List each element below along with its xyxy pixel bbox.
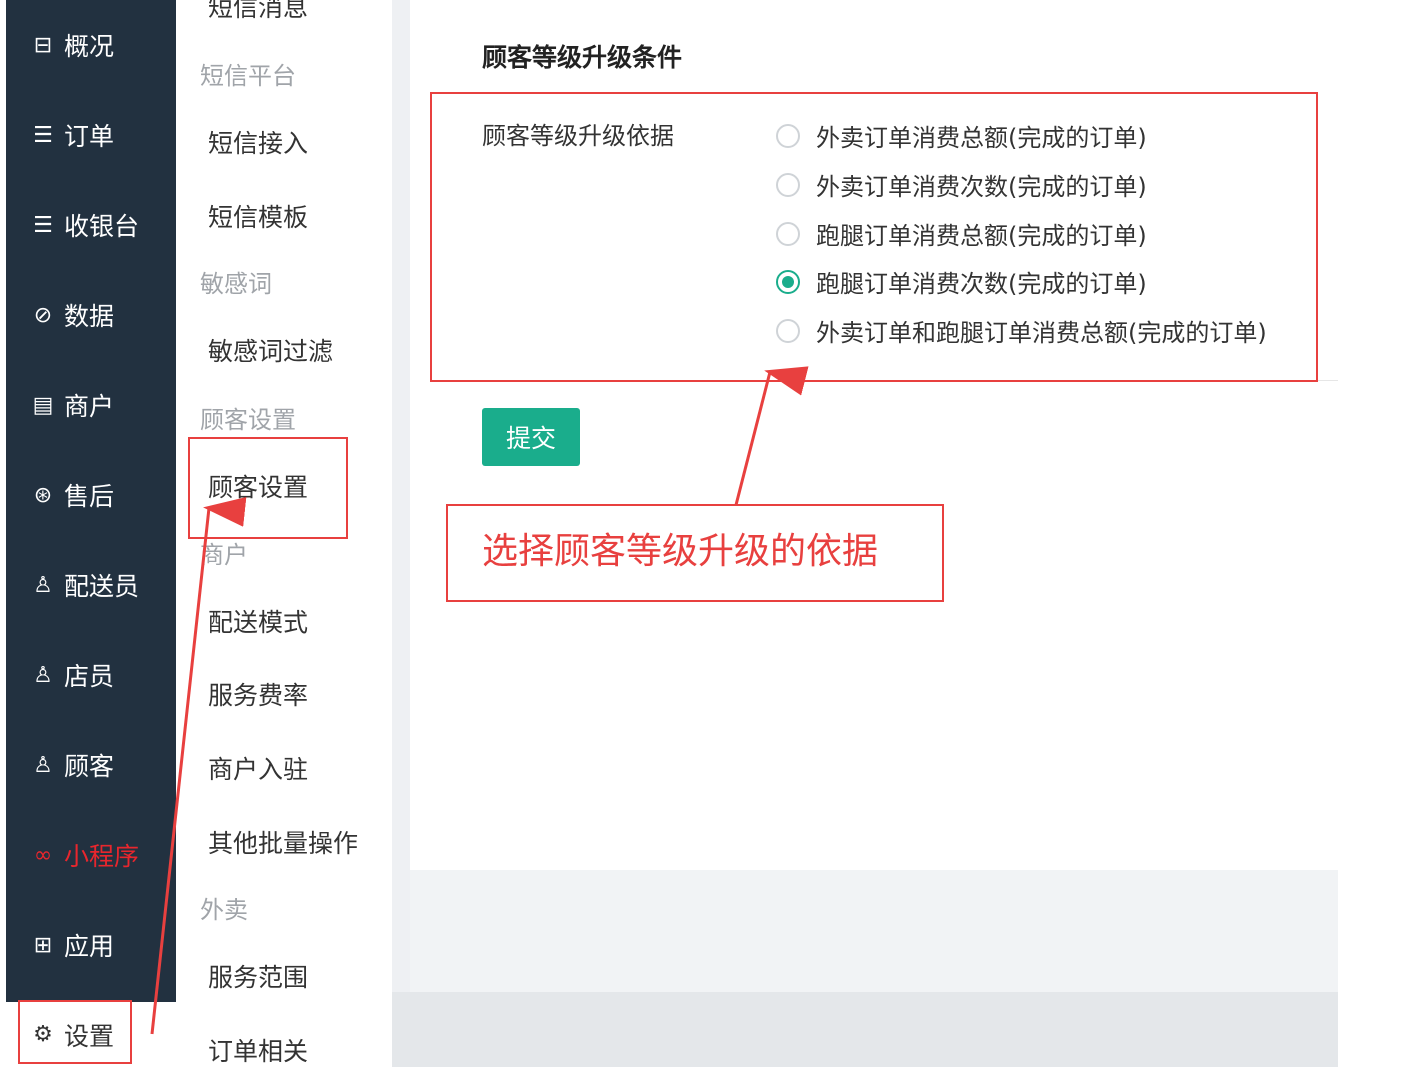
submenu-group-heading: 顾客设置 <box>200 406 296 434</box>
mini-program-icon: ∞ <box>33 842 53 868</box>
submenu-item[interactable]: 配送模式 <box>208 603 308 639</box>
cashier-icon: ☰ <box>33 212 53 238</box>
nav-item-label: 售后 <box>64 482 115 511</box>
submenu-item[interactable]: 敏感词过滤 <box>208 332 333 368</box>
submenu-divider <box>392 0 410 1067</box>
nav-item-label: 应用 <box>64 932 115 961</box>
submit-button[interactable]: 提交 <box>482 408 580 466</box>
order-icon: ☰ <box>33 122 53 148</box>
submenu-item[interactable]: 订单相关 <box>208 1032 308 1068</box>
nav-item-9[interactable]: ∞ 小程序 <box>6 835 176 875</box>
nav-item-10[interactable]: ⊞ 应用 <box>6 925 176 965</box>
submenu-item[interactable]: 短信模板 <box>208 198 308 234</box>
nav-item-label: 小程序 <box>64 842 140 871</box>
data-chart-icon: ⊘ <box>33 302 53 328</box>
nav-item-2[interactable]: ☰ 收银台 <box>6 205 176 245</box>
main-nav: ⊟ 概况 ☰ 订单 ☰ 收银台 ⊘ 数据 ▤ 商户 ⊛ 售后 ♙ 配送员 ♙ 店员 ♙ 顾客 ∞ 小程序 ⊞ 应用 <box>6 0 176 1002</box>
page-title: 顾客等级升级条件 <box>482 43 683 72</box>
nav-item-label: 顾客 <box>64 752 115 781</box>
submenu-group-heading: 商户 <box>200 541 248 569</box>
apps-icon: ⊞ <box>33 932 53 958</box>
divider <box>1316 380 1338 381</box>
page-footer <box>392 992 1338 1067</box>
annotation-highlight-settings <box>18 1000 132 1064</box>
submenu-item[interactable]: 服务范围 <box>208 958 308 994</box>
nav-item-label: 店员 <box>64 662 115 691</box>
submenu-item[interactable]: 短信接入 <box>208 124 308 160</box>
nav-item-3[interactable]: ⊘ 数据 <box>6 295 176 335</box>
footer-band <box>410 870 1338 992</box>
nav-item-4[interactable]: ▤ 商户 <box>6 385 176 425</box>
submenu-group-heading: 敏感词 <box>200 270 272 298</box>
staff-icon: ♙ <box>33 662 53 688</box>
dashboard-icon: ⊟ <box>33 32 53 58</box>
submenu-item[interactable]: 服务费率 <box>208 676 308 712</box>
nav-item-6[interactable]: ♙ 配送员 <box>6 565 176 605</box>
nav-item-label: 概况 <box>64 32 115 61</box>
nav-item-1[interactable]: ☰ 订单 <box>6 115 176 155</box>
nav-item-label: 订单 <box>64 122 115 151</box>
submenu-group-heading: 外卖 <box>200 896 248 924</box>
nav-item-5[interactable]: ⊛ 售后 <box>6 475 176 515</box>
nav-item-label: 收银台 <box>64 212 140 241</box>
annotation-highlight-options <box>430 92 1318 382</box>
nav-item-label: 数据 <box>64 302 115 331</box>
submenu-item[interactable]: 商户入驻 <box>208 750 308 786</box>
after-sales-icon: ⊛ <box>33 482 53 508</box>
nav-item-0[interactable]: ⊟ 概况 <box>6 25 176 65</box>
submenu-group-heading: 短信平台 <box>200 62 296 90</box>
nav-item-7[interactable]: ♙ 店员 <box>6 655 176 695</box>
submenu-item[interactable]: 其他批量操作 <box>208 824 358 860</box>
courier-icon: ♙ <box>33 572 53 598</box>
submenu-item-sms-message[interactable]: 短信消息 <box>208 0 308 24</box>
annotation-highlight-submenu <box>188 437 348 539</box>
nav-item-label: 配送员 <box>64 572 140 601</box>
annotation-callout-text: 选择顾客等级升级的依据 <box>482 531 879 572</box>
customer-icon: ♙ <box>33 752 53 778</box>
nav-item-label: 商户 <box>64 392 115 421</box>
nav-item-8[interactable]: ♙ 顾客 <box>6 745 176 785</box>
store-icon: ▤ <box>32 392 54 418</box>
